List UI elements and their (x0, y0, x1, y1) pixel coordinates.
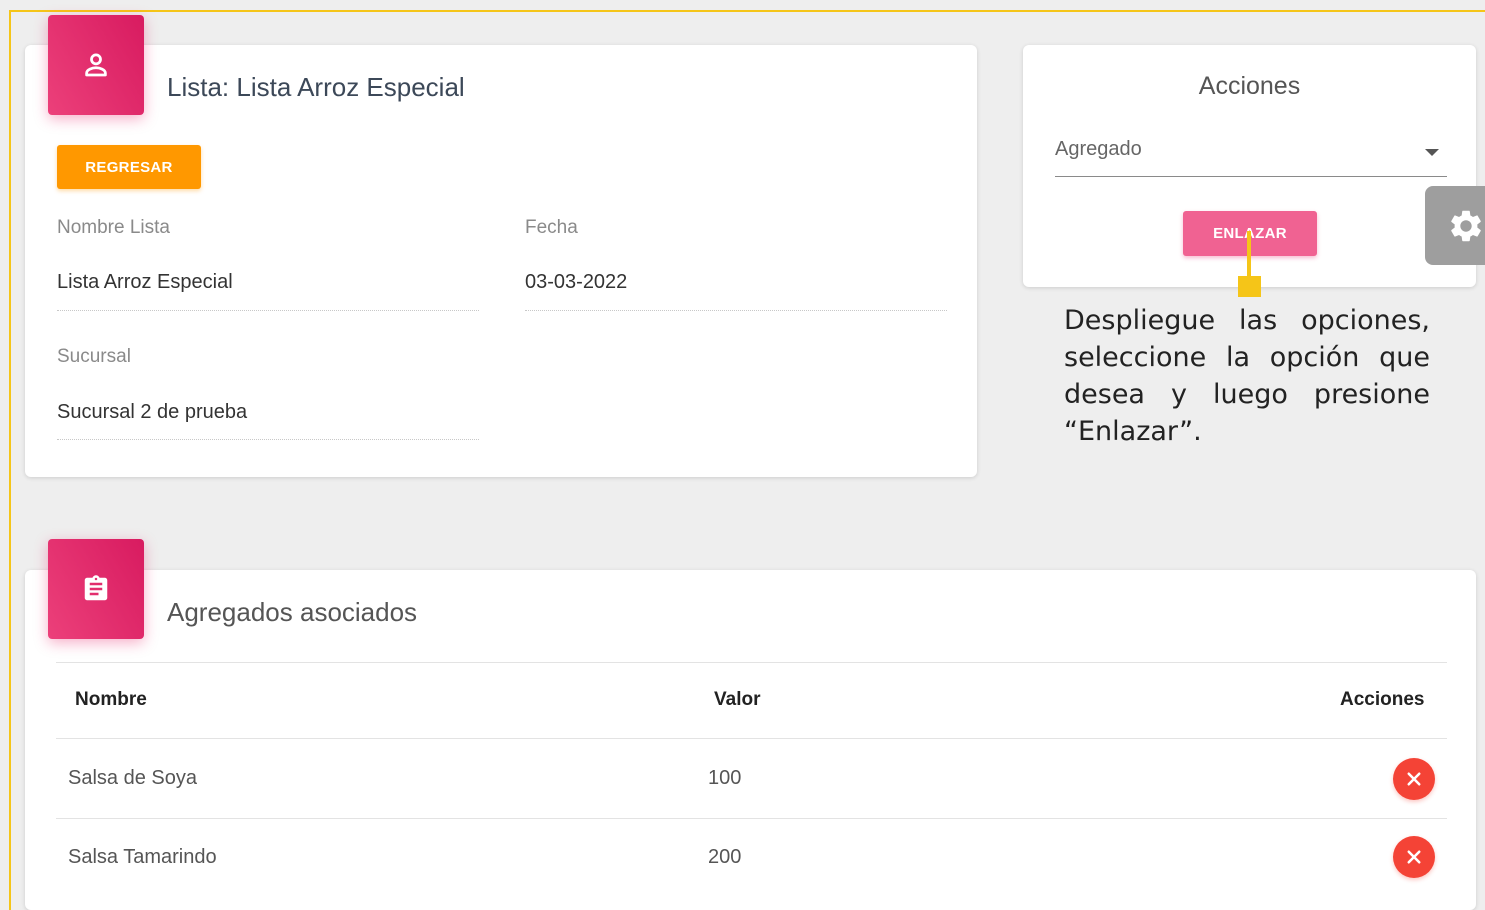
field-underline (525, 310, 947, 311)
delete-row-button[interactable] (1393, 836, 1435, 878)
field-value-fecha: 03-03-2022 (525, 271, 628, 293)
user-icon (85, 53, 107, 77)
gear-icon (1451, 210, 1481, 241)
field-label-fecha: Fecha (525, 217, 578, 238)
settings-button[interactable] (1425, 186, 1485, 265)
list-card-badge (48, 15, 144, 115)
table-divider (56, 738, 1447, 739)
cell-nombre: Salsa de Soya (68, 767, 197, 789)
clipboard-icon (84, 575, 108, 601)
caret-down-icon (1425, 149, 1439, 156)
column-header-nombre: Nombre (75, 689, 147, 710)
column-header-acciones: Acciones (1340, 689, 1425, 710)
field-value-sucursal: Sucursal 2 de prueba (57, 401, 248, 423)
field-underline (57, 439, 479, 440)
pointer-line (1247, 231, 1251, 279)
close-icon (1407, 850, 1421, 864)
cell-valor: 100 (708, 767, 742, 789)
field-label-nombre-lista: Nombre Lista (57, 217, 170, 238)
page-title: Lista: Lista Arroz Especial (167, 72, 465, 102)
back-button[interactable]: REGRESAR (57, 145, 201, 189)
cell-valor: 200 (708, 846, 742, 868)
table-divider (56, 662, 1447, 663)
close-icon (1407, 772, 1421, 786)
field-label-sucursal: Sucursal (57, 346, 131, 367)
delete-row-button[interactable] (1393, 758, 1435, 800)
agregado-select[interactable]: Agregado (1055, 134, 1447, 177)
table-title: Agregados asociados (167, 597, 418, 627)
column-header-valor: Valor (714, 689, 761, 710)
field-value-nombre-lista: Lista Arroz Especial (57, 271, 233, 293)
select-value: Agregado (1055, 138, 1142, 160)
instruction-annotation: Despliegue las opciones, seleccione la o… (1064, 305, 1430, 447)
actions-title: Acciones (1198, 72, 1301, 100)
table-divider (56, 818, 1447, 819)
table-card-badge (48, 539, 144, 639)
field-underline (57, 310, 479, 311)
cell-nombre: Salsa Tamarindo (68, 846, 217, 868)
pointer-marker (1238, 276, 1261, 297)
